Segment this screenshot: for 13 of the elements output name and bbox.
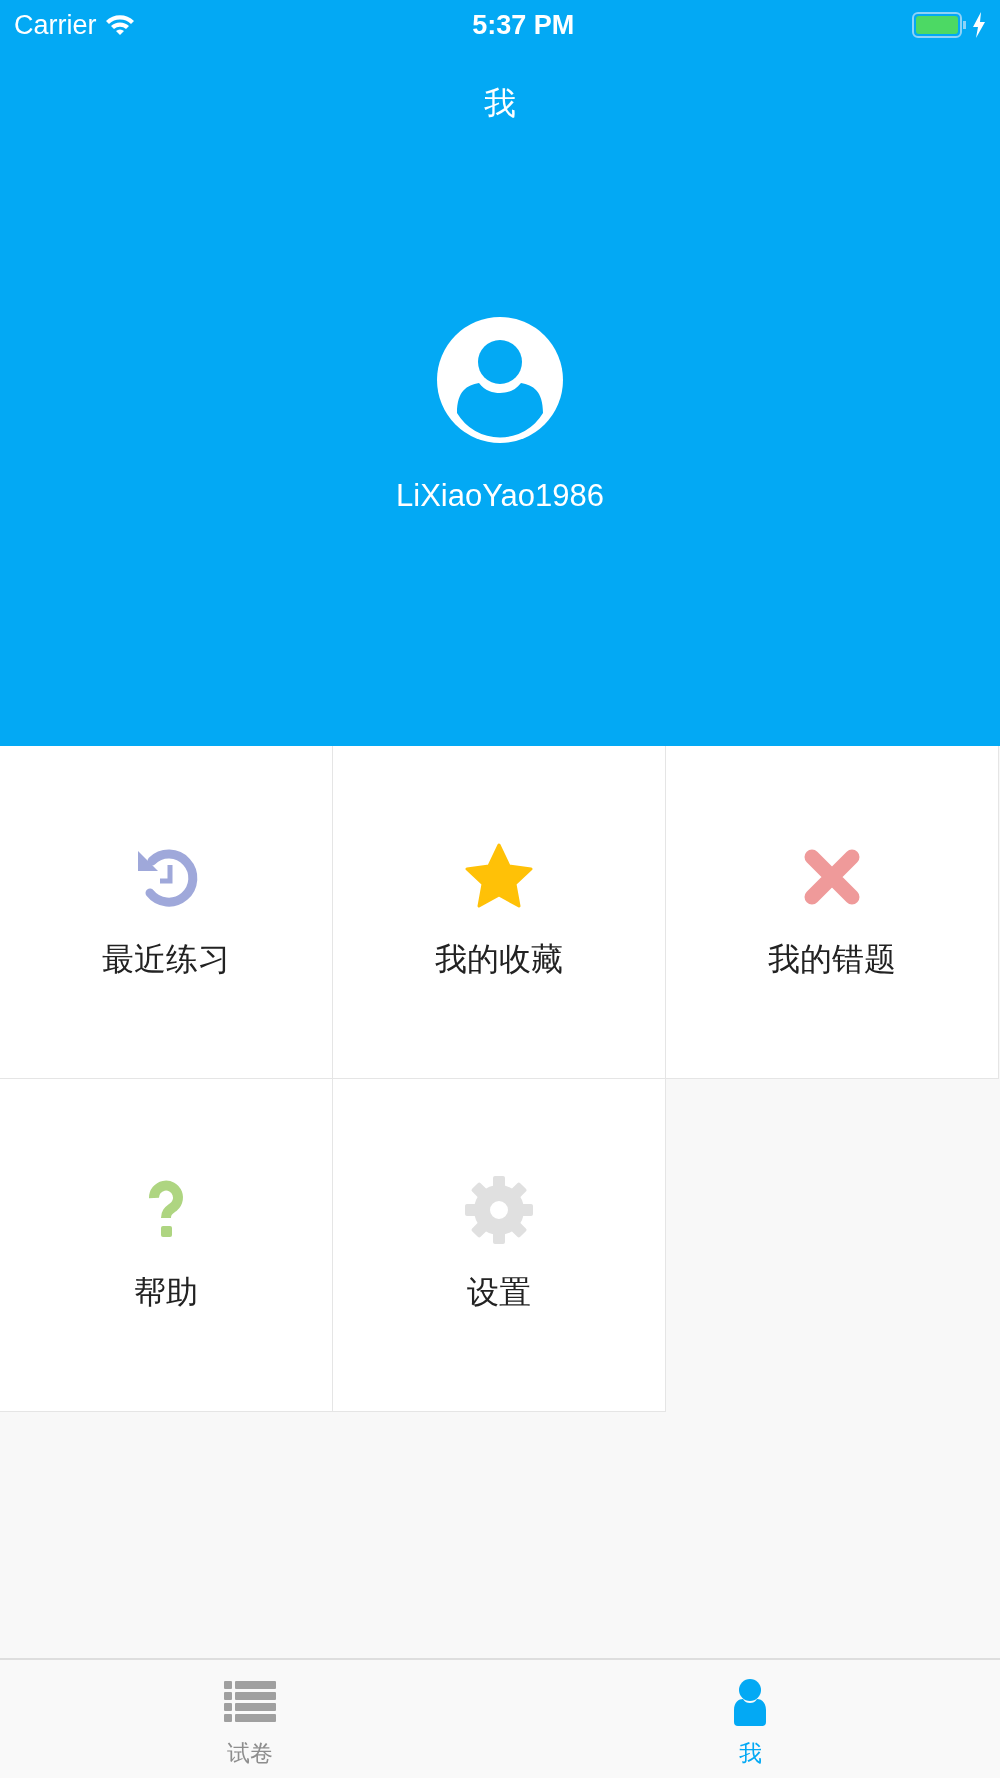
menu-tile[interactable]: 设置	[333, 1079, 666, 1412]
page-title: 我	[484, 84, 516, 123]
battery-icon	[912, 12, 968, 38]
clock-time: 5:37 PM	[472, 8, 575, 42]
username: LiXiaoYao1986	[396, 477, 604, 515]
menu-tile[interactable]: 我的收藏	[333, 746, 666, 1079]
avatar-icon	[437, 317, 563, 443]
menu-tile[interactable]: 最近练习	[0, 746, 333, 1079]
charging-icon	[972, 12, 986, 38]
wifi-icon	[104, 13, 135, 37]
menu-tile[interactable]: 帮助	[0, 1079, 333, 1412]
menu-tile[interactable]: 我的错题	[666, 746, 999, 1079]
carrier-label: Carrier	[14, 8, 97, 42]
